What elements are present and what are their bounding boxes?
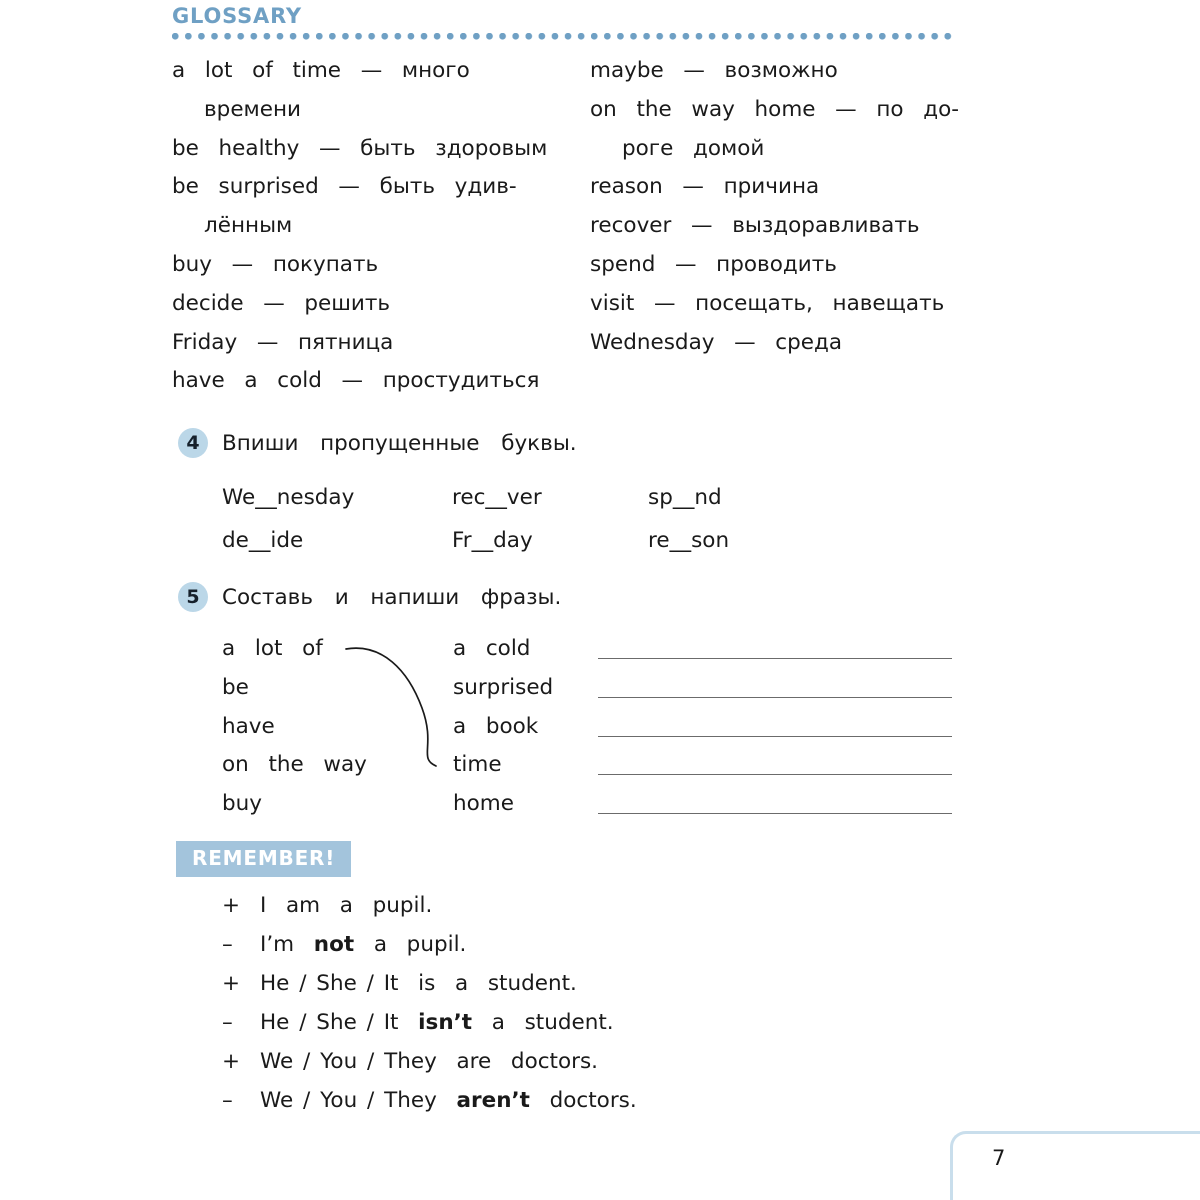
plus-sign-icon: +: [222, 971, 241, 996]
remember-rule-text: He / She / It isn’t a student.: [260, 1010, 614, 1035]
exercise-5-row: have a book: [222, 708, 962, 747]
exercise-4-prompt: Впиши пропущенные буквы.: [222, 431, 577, 456]
glossary-entry: spend — проводить: [590, 251, 837, 277]
plus-sign-icon: +: [222, 1049, 241, 1074]
remember-rule-row: – We / You / They aren’t doctors.: [222, 1081, 637, 1120]
remember-rule-text: I’m not a pupil.: [260, 932, 466, 957]
exercise-5-row: a lot of a cold: [222, 630, 962, 669]
answer-write-line[interactable]: [598, 696, 952, 698]
glossary-entry: reason — причина: [590, 174, 820, 200]
remember-rule-text: We / You / They are doctors.: [260, 1049, 598, 1074]
glossary-entry: recover — выздоравливать: [590, 213, 920, 239]
fill-in-word[interactable]: Fr__day: [452, 519, 648, 562]
glossary-heading: GLOSSARY: [172, 4, 302, 28]
rule-text-emphasis: aren’t: [456, 1088, 530, 1113]
fill-in-word[interactable]: de__ide: [222, 519, 452, 562]
glossary-entry: лённым: [204, 213, 293, 239]
remember-rule-row: + I am a pupil.: [222, 886, 637, 925]
phrase-part-left[interactable]: buy: [222, 785, 262, 824]
phrase-part-left[interactable]: have: [222, 708, 275, 747]
phrase-part-left[interactable]: a lot of: [222, 630, 323, 669]
remember-rule-row: – He / She / It isn’t a student.: [222, 1003, 637, 1042]
exercise-5-prompt: Составь и напиши фразы.: [222, 585, 562, 610]
plus-sign-icon: +: [222, 893, 241, 918]
exercise-5-rows: a lot of a cold be surprised have a book on th…: [222, 630, 962, 824]
rule-text-emphasis: isn’t: [418, 1010, 473, 1035]
phrase-part-left[interactable]: be: [222, 669, 249, 708]
glossary-entry: on the way home — по до-: [590, 96, 959, 122]
remember-rule-text: We / You / They aren’t doctors.: [260, 1088, 637, 1113]
fill-in-word[interactable]: rec__ver: [452, 476, 648, 519]
glossary-entry: времени: [204, 96, 302, 122]
remember-rule-row: – I’m not a pupil.: [222, 925, 637, 964]
remember-rules-list: + I am a pupil. – I’m not a pupil. + He / She…: [222, 886, 637, 1120]
exercise-5-row: on the way time: [222, 746, 962, 785]
glossary-right-column: maybe — возможно on the way home — по до-…: [590, 52, 970, 362]
rule-text-before: We / You / They: [260, 1088, 457, 1113]
glossary-entry: Friday — пятница: [172, 329, 394, 355]
answer-write-line[interactable]: [598, 658, 952, 659]
remember-rule-row: + He / She / It is a student.: [222, 964, 637, 1003]
exercise-5-row: be surprised: [222, 669, 962, 708]
exercise-4-word-grid: We__nesday rec__ver sp__nd de__ide Fr__day re…: [222, 476, 808, 562]
exercise-4-row: We__nesday rec__ver sp__nd: [222, 476, 808, 519]
rule-text-before: He / She / It is a student.: [260, 971, 577, 996]
phrase-part-right[interactable]: a book: [453, 708, 538, 747]
remember-rule-text: He / She / It is a student.: [260, 971, 577, 996]
phrase-part-right[interactable]: time: [453, 746, 502, 785]
rule-text-after: doctors.: [529, 1088, 637, 1113]
fill-in-word[interactable]: We__nesday: [222, 476, 452, 519]
answer-write-line[interactable]: [598, 735, 952, 737]
rule-text-emphasis: not: [313, 932, 355, 957]
remember-rule-text: I am a pupil.: [260, 893, 432, 918]
phrase-part-right[interactable]: home: [453, 785, 514, 824]
rule-text-before: I am a pupil.: [260, 893, 433, 918]
rule-text-after: a pupil.: [354, 932, 467, 957]
minus-sign-icon: –: [222, 932, 233, 957]
glossary-dotted-divider: [172, 33, 952, 40]
exercise-5-matching-area: a lot of a cold be surprised have a book on th…: [222, 630, 962, 830]
glossary-entry: a lot of time — много: [172, 58, 470, 83]
page-corner-decoration: [950, 1131, 1200, 1200]
phrase-part-right[interactable]: a cold: [453, 630, 530, 669]
workbook-page: GLOSSARY a lot of time — много времени be …: [0, 0, 1200, 1200]
fill-in-word[interactable]: sp__nd: [648, 476, 808, 519]
glossary-entry: have a cold — простудиться: [172, 368, 540, 394]
minus-sign-icon: –: [222, 1088, 233, 1113]
rule-text-before: He / She / It: [260, 1010, 419, 1035]
answer-write-line[interactable]: [598, 774, 952, 776]
glossary-entry: buy — покупать: [172, 251, 379, 277]
glossary-entry: Wednesday — среда: [590, 329, 843, 355]
rule-text-before: We / You / They are doctors.: [260, 1049, 599, 1074]
glossary-entry: be surprised — быть удив-: [172, 174, 517, 200]
glossary-entry: visit — посещать, навещать: [590, 290, 945, 316]
glossary-left-column: a lot of time — много времени be healthy —…: [172, 52, 572, 401]
rule-text-before: I’m: [260, 932, 314, 957]
phrase-part-left[interactable]: on the way: [222, 746, 367, 785]
exercise-4-row: de__ide Fr__day re__son: [222, 519, 808, 562]
exercise-4-number-badge: 4: [178, 428, 208, 458]
rule-text-after: a student.: [472, 1010, 614, 1035]
phrase-part-right[interactable]: surprised: [453, 669, 553, 708]
exercise-5-row: buy home: [222, 785, 962, 824]
remember-badge: REMEMBER!: [176, 841, 352, 877]
glossary-entry: maybe — возможно: [590, 58, 838, 83]
minus-sign-icon: –: [222, 1010, 233, 1035]
exercise-5-number-badge: 5: [178, 582, 208, 612]
remember-rule-row: + We / You / They are doctors.: [222, 1042, 637, 1081]
glossary-entry: be healthy — быть здоровым: [172, 135, 548, 161]
glossary-entry: роге домой: [622, 135, 765, 161]
glossary-entry: decide — решить: [172, 290, 391, 316]
page-number: 7: [992, 1146, 1006, 1170]
answer-write-line[interactable]: [598, 813, 952, 815]
fill-in-word[interactable]: re__son: [648, 519, 808, 562]
